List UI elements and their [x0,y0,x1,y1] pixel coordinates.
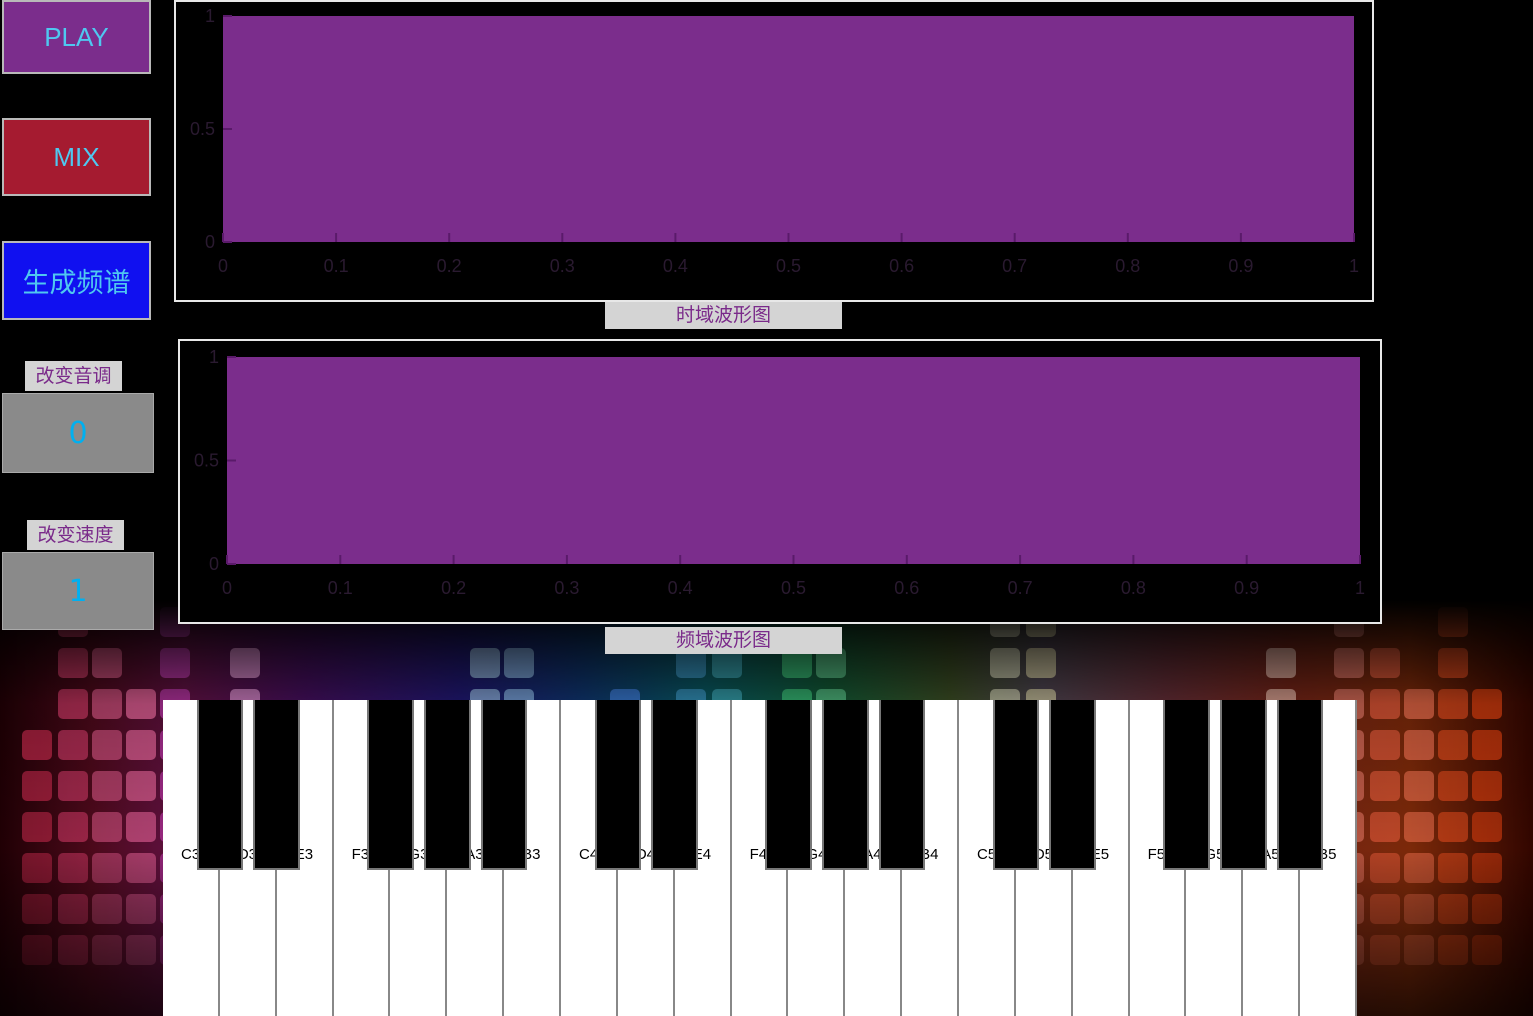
black-key[interactable] [423,700,471,870]
x-tick-label: 1 [1349,256,1359,276]
x-tick-label: 0.2 [437,256,462,276]
x-tick-label: 0.1 [324,256,349,276]
x-tick-label: 0.5 [776,256,801,276]
x-tick-label: 0.5 [781,578,806,598]
x-tick-label: 0.3 [550,256,575,276]
black-key[interactable] [367,700,414,870]
x-tick-label: 0.7 [1002,256,1027,276]
black-key[interactable] [1276,700,1324,870]
speed-label: 改变速度 [27,520,124,550]
time-domain-axes: 0 0.1 0.2 0.3 0.4 0.5 0.6 0.7 0.8 0.9 1 0 0.5 1 [174,0,1374,302]
piano-keyboard: C3 D3 E3 F3 G3 A3 B3 C4 D4 E4 F4 G4 A4 B4 C5 D5 E5 F5 G5 A5… [163,700,1357,1016]
frequency-domain-plot: 0 0.1 0.2 0.3 0.4 0.5 0.6 0.7 0.8 0.9 1 0 0.5 1 [194,347,1365,598]
x-tick-label: 0.4 [668,578,693,598]
time-domain-caption: 时域波形图 [605,302,842,329]
black-key[interactable] [196,700,244,870]
black-key[interactable] [878,700,926,870]
frequency-domain-caption: 频域波形图 [605,627,842,654]
black-key[interactable] [992,700,1040,870]
x-tick-label: 0.3 [554,578,579,598]
y-tick-label: 1 [209,347,219,367]
black-key[interactable] [594,700,642,870]
black-key[interactable] [1049,700,1096,870]
frequency-domain-axes: 0 0.1 0.2 0.3 0.4 0.5 0.6 0.7 0.8 0.9 1 0 0.5 1 [178,339,1382,624]
y-tick-label: 0 [205,232,215,252]
mix-button[interactable]: MIX [2,118,151,196]
black-key[interactable] [1219,700,1267,870]
x-tick-label: 0.9 [1228,256,1253,276]
pitch-input[interactable]: 0 [2,393,154,473]
x-tick-label: 1 [1355,578,1365,598]
black-key[interactable] [480,700,528,870]
x-tick-label: 0.6 [889,256,914,276]
x-tick-label: 0.1 [328,578,353,598]
black-key[interactable] [651,700,698,870]
plot-area [223,16,1354,242]
x-tick-label: 0.6 [894,578,919,598]
x-tick-label: 0 [222,578,232,598]
time-domain-plot: 0 0.1 0.2 0.3 0.4 0.5 0.6 0.7 0.8 0.9 1 0 0.5 1 [190,6,1359,276]
y-tick-label: 0 [209,554,219,574]
y-tick-label: 0.5 [194,451,219,471]
x-tick-label: 0.8 [1121,578,1146,598]
y-tick-label: 1 [205,6,215,26]
x-tick-label: 0.4 [663,256,688,276]
black-key[interactable] [253,700,300,870]
x-tick-label: 0.7 [1008,578,1033,598]
x-tick-label: 0.9 [1234,578,1259,598]
pitch-label: 改变音调 [25,361,122,391]
x-tick-label: 0.2 [441,578,466,598]
x-tick-label: 0 [218,256,228,276]
generate-spectrum-button[interactable]: 生成频谱 [2,241,151,320]
black-key[interactable] [1163,700,1210,870]
speed-input[interactable]: 1 [2,552,154,630]
x-tick-label: 0.8 [1115,256,1140,276]
plot-area [227,357,1360,564]
play-button[interactable]: PLAY [2,0,151,74]
black-key[interactable] [765,700,812,870]
y-tick-label: 0.5 [190,119,215,139]
black-key[interactable] [821,700,869,870]
